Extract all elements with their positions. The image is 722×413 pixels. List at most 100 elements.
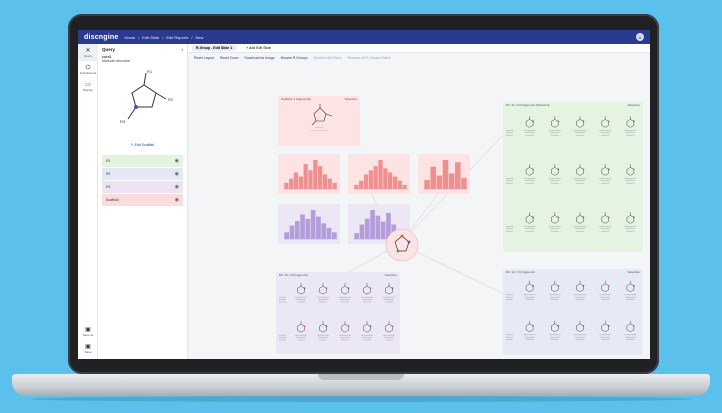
fragment-thumbnail[interactable] (339, 321, 351, 341)
fragment-thumbnail[interactable] (574, 212, 586, 232)
central-scaffold-node[interactable] (384, 227, 420, 263)
breadcrumb-edit-slide[interactable]: Edit Slide (142, 35, 159, 40)
rail-substituents-label: Substituents (79, 70, 97, 75)
breadcrumb-home[interactable]: Home (124, 35, 135, 40)
histogram-bar (383, 168, 388, 189)
fragment-thumbnail[interactable] (548, 280, 561, 300)
r1-card-selection[interactable]: Selection (628, 103, 640, 107)
fragment-thumbnail[interactable] (523, 116, 536, 136)
breadcrumb-edit-reports[interactable]: Edit Reports (166, 35, 188, 40)
fragment-thumbnail[interactable] (361, 321, 373, 341)
fragment-thumbnail[interactable] (523, 280, 536, 300)
histogram-bar (332, 232, 337, 239)
fragment-thumbnail[interactable] (624, 280, 637, 300)
rgroup-r1[interactable]: R1 ◉ (102, 155, 183, 168)
histogram-1[interactable] (278, 154, 340, 194)
histogram-bar (368, 170, 373, 189)
fragment-thumbnail[interactable] (574, 116, 586, 136)
rail-save-as-label: Save as (82, 332, 94, 337)
fragment-thumbnail[interactable] (523, 212, 536, 232)
rail-substituents[interactable]: ⌬ Substituents (78, 61, 98, 78)
fragment-thumbnail[interactable] (624, 164, 637, 184)
fragment-thumbnail[interactable] (599, 164, 612, 184)
scaffold-card-selection[interactable]: Selection (345, 97, 357, 101)
fragment-thumbnail[interactable] (317, 283, 329, 303)
fragment-thumbnail[interactable] (295, 321, 307, 341)
rail-save-label: Save (84, 349, 92, 354)
rgroup-r1-label: R1 (106, 159, 111, 163)
fragment-thumbnail[interactable] (574, 320, 586, 340)
fragment-thumbnail[interactable] (548, 320, 561, 340)
fragment-thumbnail[interactable] (548, 116, 561, 136)
histogram-bar (359, 224, 365, 239)
r3-card-title: R3: 10 / 24 fragments (279, 273, 308, 277)
histogram-bar (375, 215, 381, 239)
rgroup-r3[interactable]: R3 ◉ (102, 181, 183, 194)
histogram-bar (332, 182, 337, 189)
fragment-thumbnail[interactable] (317, 321, 329, 341)
fragment-thumbnail[interactable] (624, 116, 637, 136)
histogram-4[interactable] (278, 204, 340, 244)
histogram-3[interactable] (418, 154, 470, 194)
r2-card-selection[interactable]: Selection (628, 270, 640, 274)
fragment-thumbnail[interactable] (548, 164, 561, 184)
fragment-thumbnail[interactable] (361, 283, 373, 303)
r1-card[interactable]: R1: 21 / 24 fragments (Selected) Selectio… (503, 102, 643, 252)
avatar[interactable]: A (636, 33, 644, 41)
histogram-bar (310, 210, 316, 239)
r3-card-selection[interactable]: Selection (385, 273, 397, 277)
rail-save[interactable]: ▣ Save (78, 340, 98, 357)
rgroup-scaffold[interactable]: Scaffold ◉ (102, 194, 183, 207)
eye-icon[interactable]: ◉ (175, 197, 179, 203)
fragment-thumbnail[interactable] (574, 280, 586, 300)
r2-fragment-grid (506, 280, 637, 340)
histogram-bar (321, 223, 327, 239)
markush-structure[interactable]: R1 R2 R3 (102, 65, 183, 137)
histogram-2[interactable] (348, 154, 410, 194)
app-logo[interactable]: discngine (84, 34, 118, 41)
rail-query[interactable]: ✕ Query (78, 44, 98, 61)
fragment-thumbnail[interactable] (548, 212, 561, 232)
rgroup-scaffold-label: Scaffold (106, 198, 119, 202)
rgroup-r2[interactable]: R2 ◉ (102, 168, 183, 181)
histogram-bar (448, 173, 455, 189)
fragment-thumbnail[interactable] (599, 116, 612, 136)
fragment-thumbnail[interactable] (574, 164, 586, 184)
fragment-thumbnail[interactable] (383, 283, 395, 303)
histogram-bar (354, 184, 359, 189)
fragment-thumbnail[interactable] (599, 212, 612, 232)
scaffold-card-title: Scaffold: 1 fragment(s) (281, 97, 312, 101)
scaffold-structure (311, 104, 333, 126)
fragment-thumbnail[interactable] (599, 320, 612, 340)
rail-display[interactable]: ▭ Display (78, 78, 98, 95)
histogram-bar (430, 166, 436, 189)
edit-scaffold-button[interactable]: ✎ Edit Scaffold (102, 143, 183, 147)
fragment-thumbnail[interactable] (295, 283, 307, 303)
scaffold-card[interactable]: Scaffold: 1 fragment(s) Selection ——— ———… (278, 96, 360, 146)
fragment-thumbnail[interactable] (624, 212, 637, 232)
svg-text:R2: R2 (168, 97, 174, 102)
histogram-bar (294, 221, 300, 239)
fragment-thumbnail[interactable] (339, 283, 351, 303)
main-area: R-Group - Edit Slide 1 + Add Edit Slide … (188, 44, 650, 359)
histogram-bar (388, 172, 393, 189)
r3-card[interactable]: R3: 10 / 24 fragments Selection (276, 272, 400, 354)
fragment-thumbnail[interactable] (383, 321, 395, 341)
eye-icon[interactable]: ◉ (175, 171, 179, 177)
histogram-bar (363, 174, 369, 189)
rail-save-as[interactable]: ▣ Save as (78, 323, 98, 340)
histogram-3-bars (424, 160, 468, 190)
histogram-bar (318, 166, 323, 189)
rail-display-label: Display (83, 87, 93, 92)
eye-icon[interactable]: ◉ (175, 158, 179, 164)
r2-card[interactable]: R2: 12 / 24 fragments Selection (503, 269, 643, 355)
fragment-thumbnail[interactable] (523, 164, 536, 184)
fragment-thumbnail[interactable] (624, 320, 637, 340)
histogram-bar (364, 218, 370, 239)
fragment-thumbnail[interactable] (523, 320, 536, 340)
eye-icon[interactable]: ◉ (175, 184, 179, 190)
fragment-thumbnail[interactable] (599, 280, 612, 300)
rgroup-r3-label: R3 (106, 185, 111, 189)
histogram-bar (378, 160, 383, 189)
collapse-icon[interactable]: ‹ (182, 47, 184, 52)
